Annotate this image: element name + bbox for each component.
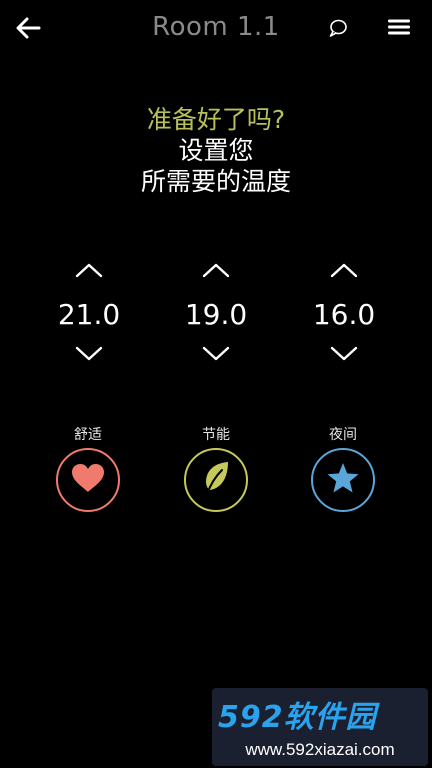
chevron-up-icon (75, 262, 103, 282)
chevron-down-icon (75, 346, 103, 366)
star-icon (326, 462, 360, 498)
eco-mode: 节能 (176, 424, 256, 520)
night-temperature-control: 16.0 (294, 258, 394, 374)
watermark-url: www.592xiazai.com (245, 740, 395, 759)
chat-bubble-icon (328, 19, 348, 41)
chevron-up-icon (202, 262, 230, 282)
eco-mode-label: 节能 (202, 427, 230, 443)
chat-button[interactable] (324, 16, 352, 44)
comfort-mode-button[interactable] (56, 448, 120, 512)
app-bar: Room 1.1 (0, 0, 432, 60)
comfort-temperature-control: 21.0 (39, 258, 139, 374)
watermark-logo: 592软件园 www.592xiazai.com (212, 688, 428, 766)
watermark-brand: 592软件园 (218, 700, 377, 735)
eco-temperature-value: 19.0 (184, 298, 248, 331)
comfort-mode-label: 舒适 (74, 427, 102, 443)
chevron-up-icon (330, 262, 358, 282)
night-mode-button[interactable] (311, 448, 375, 512)
eco-mode-button[interactable] (184, 448, 248, 512)
eco-temperature-control: 19.0 (166, 258, 266, 374)
increase-comfort-button[interactable] (74, 262, 104, 282)
leaf-icon (201, 460, 231, 500)
heart-icon (71, 463, 105, 497)
decrease-comfort-button[interactable] (74, 346, 104, 366)
decrease-eco-button[interactable] (201, 346, 231, 366)
arrow-left-icon (15, 17, 41, 43)
night-temperature-value: 16.0 (312, 298, 376, 331)
hamburger-menu-icon (387, 18, 411, 40)
comfort-temperature-value: 21.0 (57, 298, 121, 331)
increase-eco-button[interactable] (201, 262, 231, 282)
setup-heading: 准备好了吗? 设置您 所需要的温度 (0, 104, 432, 197)
chevron-down-icon (202, 346, 230, 366)
set-your-line: 设置您 (178, 136, 254, 165)
night-mode-label: 夜间 (329, 427, 357, 443)
increase-night-button[interactable] (329, 262, 359, 282)
back-button[interactable] (12, 14, 44, 46)
page-title: Room 1.1 (152, 12, 280, 42)
decrease-night-button[interactable] (329, 346, 359, 366)
night-mode: 夜间 (303, 424, 383, 520)
comfort-mode: 舒适 (48, 424, 128, 520)
desired-temperature-line: 所需要的温度 (140, 167, 291, 196)
menu-button[interactable] (384, 14, 414, 44)
chevron-down-icon (330, 346, 358, 366)
ready-question: 准备好了吗? (146, 105, 286, 134)
